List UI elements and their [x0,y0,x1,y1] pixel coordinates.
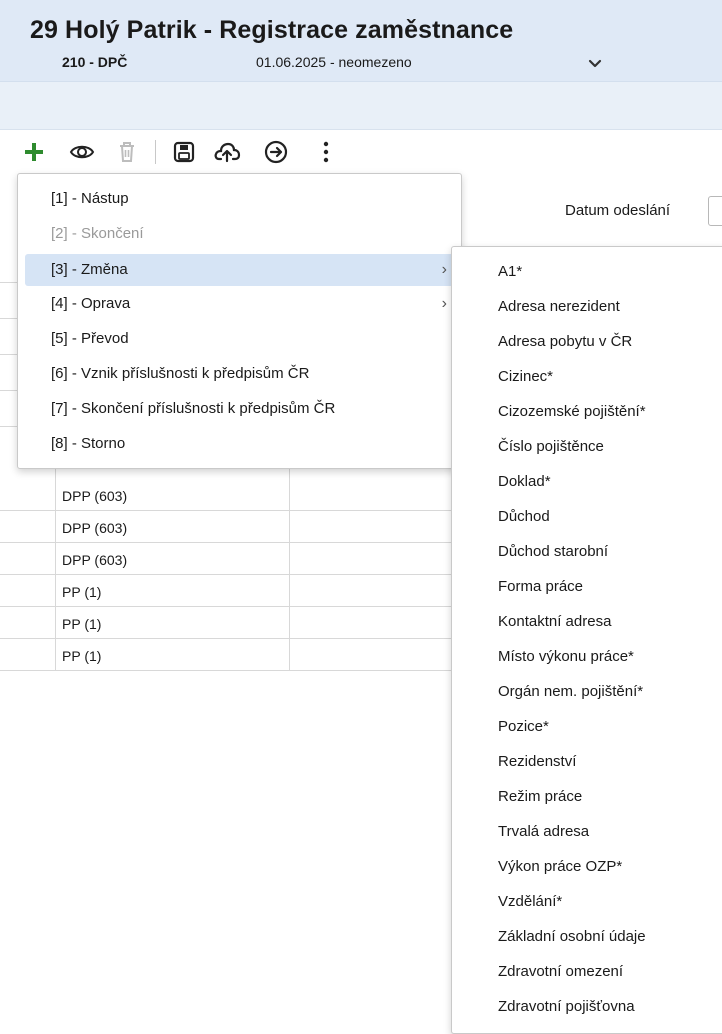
table-cell[interactable]: PP (1) [62,648,101,664]
submenu-item[interactable]: Základní osobní údaje [452,919,722,954]
table-divider [0,318,17,319]
toolbar [0,130,722,174]
submenu-item[interactable]: Orgán nem. pojištění* [452,674,722,709]
menu-item-label: [2] - Skončení [51,225,144,242]
menu-item-prevod[interactable]: [5] - Převod [25,323,455,355]
submenu-item[interactable]: Doklad* [452,464,722,499]
table-divider [0,390,17,391]
submenu-item[interactable]: Výkon práce OZP* [452,849,722,884]
menu-item-vznik-prislusnosti[interactable]: [6] - Vznik příslušnosti k předpisům ČR [25,358,455,390]
submenu-item[interactable]: A1* [452,254,722,289]
menu-item-skonceni-prislusnosti[interactable]: [7] - Skončení příslušnosti k předpisům … [25,393,455,425]
table-row-divider [0,606,451,607]
table-divider [0,354,17,355]
submenu-item[interactable]: Vzdělání* [452,884,722,919]
menu-item-skonceni: [2] - Skončení [25,218,455,250]
date-range: 01.06.2025 - neomezeno [256,54,412,70]
menu-item-storno[interactable]: [8] - Storno [25,428,455,460]
arrow-right-circle-icon[interactable] [262,138,290,166]
submenu-item[interactable]: Adresa pobytu v ČR [452,324,722,359]
save-icon[interactable] [170,138,198,166]
menu-item-zmena[interactable]: [3] - Změna › [25,254,455,286]
submenu-item[interactable]: Adresa nerezident [452,289,722,324]
more-vertical-icon[interactable] [312,138,340,166]
window-header: 29 Holý Patrik - Registrace zaměstnance … [0,0,722,82]
header-band [0,82,722,130]
table-column-divider [55,468,56,670]
submenu-item[interactable]: Rezidenství [452,744,722,779]
menu-item-oprava[interactable]: [4] - Oprava › [25,288,455,320]
table-divider [0,426,17,427]
submenu-item[interactable]: Zdravotní pojišťovna [452,989,722,1024]
table-cell[interactable]: PP (1) [62,584,101,600]
page-title: 29 Holý Patrik - Registrace zaměstnance [30,16,514,44]
submenu-item[interactable]: Kontaktní adresa [452,604,722,639]
table-column-divider [289,468,290,670]
table-row-divider [0,574,451,575]
add-action-menu: [1] - Nástup [2] - Skončení [3] - Změna ›… [17,173,462,469]
menu-item-nastup[interactable]: [1] - Nástup [25,183,455,215]
submenu-item[interactable]: Místo výkonu práce* [452,639,722,674]
cloud-upload-icon[interactable] [213,138,241,166]
submenu-item[interactable]: Důchod [452,499,722,534]
chevron-right-icon: › [441,261,447,278]
toolbar-separator [155,140,156,164]
menu-item-label: [3] - Změna [51,261,128,278]
change-submenu: A1* Adresa nerezident Adresa pobytu v ČR… [451,246,722,1034]
submenu-item[interactable]: Trvalá adresa [452,814,722,849]
table-divider [0,282,17,283]
trash-icon[interactable] [113,138,141,166]
menu-item-label: [7] - Skončení příslušnosti k předpisům … [51,400,336,417]
submenu-item[interactable]: Forma práce [452,569,722,604]
table-cell[interactable]: DPP (603) [62,552,127,568]
submenu-item[interactable]: Režim práce [452,779,722,814]
submenu-item[interactable]: Číslo pojištěnce [452,429,722,464]
submenu-item[interactable]: Cizozemské pojištění* [452,394,722,429]
menu-item-label: [5] - Převod [51,330,129,347]
submenu-item[interactable]: Zdravotní omezení [452,954,722,989]
table-row-divider [0,542,451,543]
table-row-divider [0,638,451,639]
chevron-right-icon: › [441,295,447,312]
table-cell[interactable]: DPP (603) [62,520,127,536]
eye-icon[interactable] [68,138,96,166]
menu-item-label: [8] - Storno [51,435,126,452]
chevron-down-icon[interactable] [587,56,603,72]
submenu-item[interactable]: Důchod starobní [452,534,722,569]
table-cell[interactable]: PP (1) [62,616,101,632]
send-date-input[interactable] [708,196,722,226]
table-row-divider [0,510,451,511]
menu-item-label: [1] - Nástup [51,190,129,207]
submenu-item[interactable]: Cizinec* [452,359,722,394]
send-date-label: Datum odeslání [565,202,671,219]
table-cell[interactable]: DPP (603) [62,488,127,504]
submenu-item[interactable]: Pozice* [452,709,722,744]
menu-item-label: [4] - Oprava [51,295,131,312]
table-row-divider [0,670,451,671]
menu-item-label: [6] - Vznik příslušnosti k předpisům ČR [51,365,310,382]
contract-code: 210 - DPČ [62,54,128,70]
plus-icon[interactable] [20,138,48,166]
